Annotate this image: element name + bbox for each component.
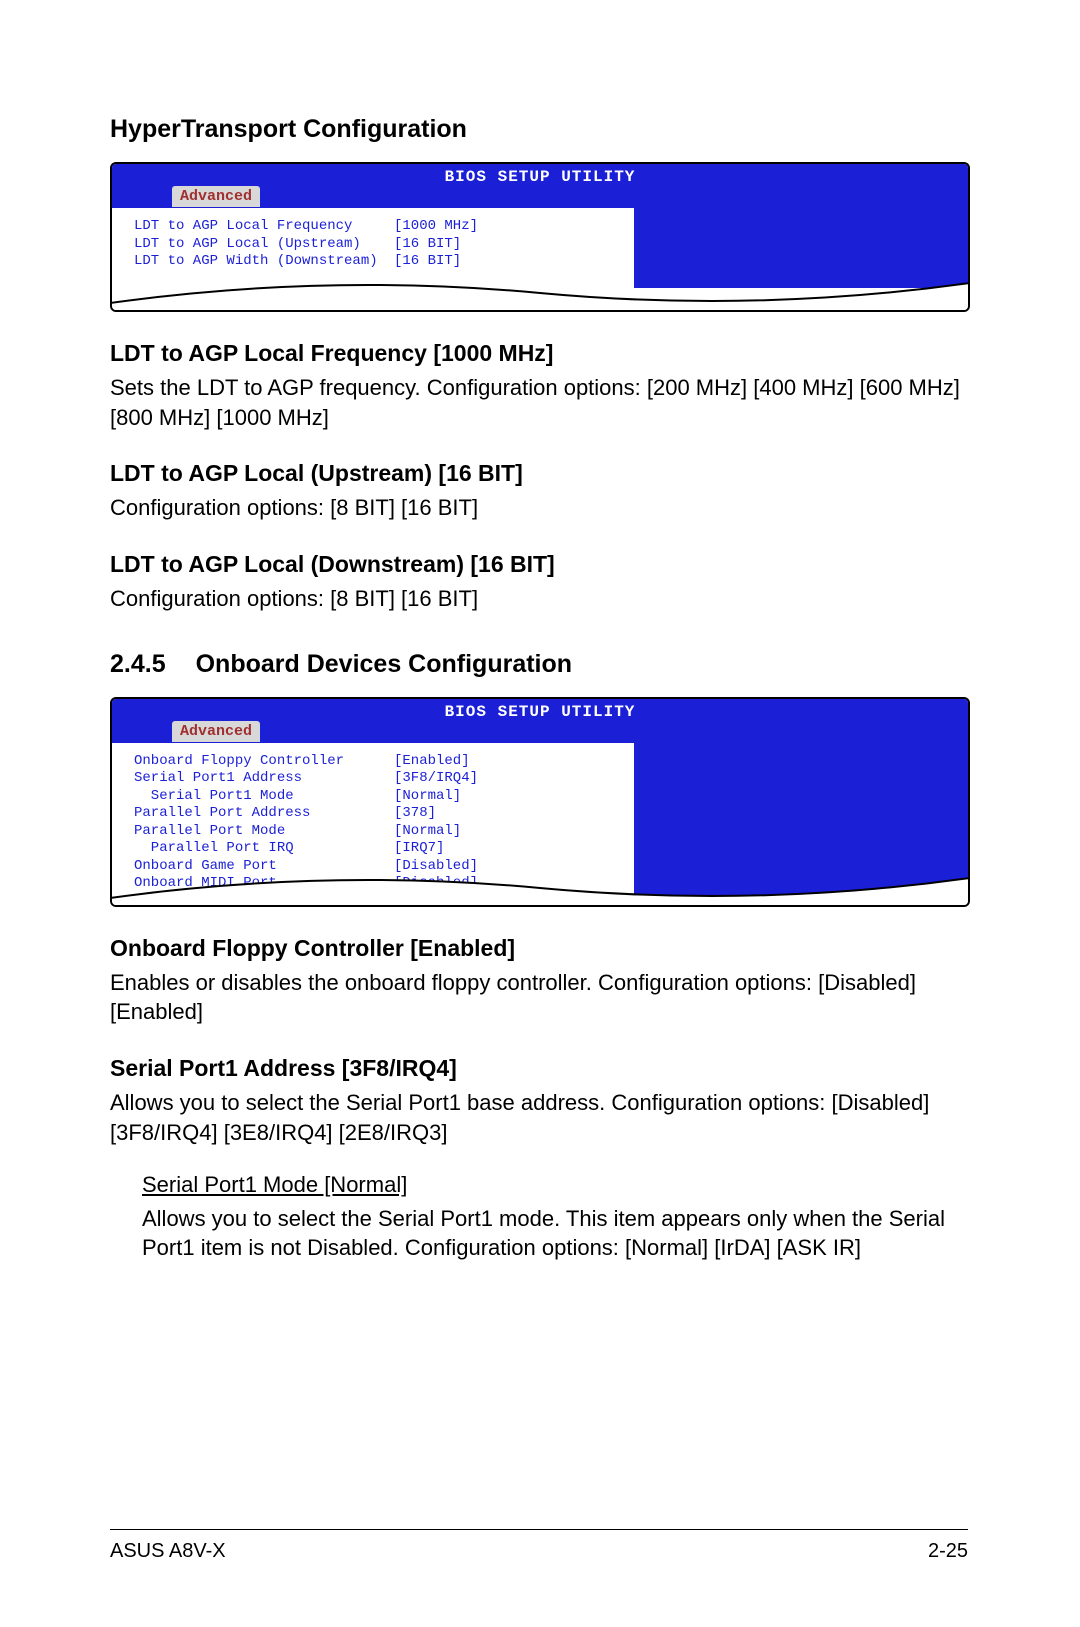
bios-screenshot-onboard: BIOS SETUP UTILITY Advanced Onboard Flop… <box>110 697 970 907</box>
bios-setting-value: [IRQ7] <box>394 840 444 858</box>
footer-product: ASUS A8V-X <box>110 1540 226 1563</box>
option-heading-serial-mode: Serial Port1 Mode [Normal] <box>142 1172 970 1198</box>
bios-setting-row: Serial Port1 Address[3F8/IRQ4] <box>134 770 622 788</box>
option-body-serial-addr: Allows you to select the Serial Port1 ba… <box>110 1088 970 1147</box>
option-body-ldt-freq: Sets the LDT to AGP frequency. Configura… <box>110 373 970 432</box>
option-heading-ldt-downstream: LDT to AGP Local (Downstream) [16 BIT] <box>110 551 970 578</box>
option-body-ldt-upstream: Configuration options: [8 BIT] [16 BIT] <box>110 493 970 523</box>
option-heading-ldt-freq: LDT to AGP Local Frequency [1000 MHz] <box>110 340 970 367</box>
bios-title: BIOS SETUP UTILITY <box>112 699 968 721</box>
section-title: Onboard Devices Configuration <box>196 650 572 678</box>
bios-setting-label: Serial Port1 Mode <box>134 788 394 806</box>
bios-setting-row: Parallel Port IRQ[IRQ7] <box>134 840 622 858</box>
bios-tab-advanced: Advanced <box>172 721 260 742</box>
bios-setting-value: [Normal] <box>394 823 461 841</box>
bios-settings-list: Onboard Floppy Controller[Enabled]Serial… <box>112 743 634 907</box>
bios-setting-row: Onboard MIDI Port[Disabled] <box>134 875 622 893</box>
option-heading-serial-addr: Serial Port1 Address [3F8/IRQ4] <box>110 1055 970 1082</box>
bios-setting-row: LDT to AGP Local (Upstream)[16 BIT] <box>134 236 622 254</box>
bios-settings-list: LDT to AGP Local Frequency[1000 MHz]LDT … <box>112 208 634 288</box>
bios-setting-label: Parallel Port Mode <box>134 823 394 841</box>
bios-setting-value: [Enabled] <box>394 753 470 771</box>
bios-setting-label: Onboard MIDI Port <box>134 875 394 893</box>
bios-help-panel <box>634 743 968 907</box>
bios-setting-label: Onboard Floppy Controller <box>134 753 394 771</box>
option-body-serial-mode: Allows you to select the Serial Port1 mo… <box>142 1204 970 1263</box>
bios-setting-row: Onboard Floppy Controller[Enabled] <box>134 753 622 771</box>
page-footer: ASUS A8V-X 2-25 <box>110 1529 968 1563</box>
bios-setting-value: [16 BIT] <box>394 253 461 271</box>
bios-help-panel <box>634 208 968 288</box>
bios-title: BIOS SETUP UTILITY <box>112 164 968 186</box>
bios-setting-label: LDT to AGP Local (Upstream) <box>134 236 394 254</box>
option-heading-floppy: Onboard Floppy Controller [Enabled] <box>110 935 970 962</box>
bios-setting-row: Parallel Port Mode[Normal] <box>134 823 622 841</box>
bios-setting-value: [378] <box>394 805 436 823</box>
section-number: 2.4.5 <box>110 650 166 679</box>
bios-setting-value: [Normal] <box>394 788 461 806</box>
bios-screenshot-hypertransport: BIOS SETUP UTILITY Advanced LDT to AGP L… <box>110 162 970 312</box>
bios-setting-row: Parallel Port Address[378] <box>134 805 622 823</box>
bios-setting-row: Serial Port1 Mode[Normal] <box>134 788 622 806</box>
bios-setting-value: [16 BIT] <box>394 236 461 254</box>
option-body-floppy: Enables or disables the onboard floppy c… <box>110 968 970 1027</box>
bios-setting-value: [Disabled] <box>394 858 478 876</box>
bios-setting-label: Parallel Port Address <box>134 805 394 823</box>
bios-setting-label: Parallel Port IRQ <box>134 840 394 858</box>
option-body-ldt-downstream: Configuration options: [8 BIT] [16 BIT] <box>110 584 970 614</box>
bios-setting-value: [1000 MHz] <box>394 218 478 236</box>
bios-tab-advanced: Advanced <box>172 186 260 207</box>
bios-tabrow: Advanced <box>112 721 968 743</box>
bios-setting-row: Onboard Game Port[Disabled] <box>134 858 622 876</box>
bios-setting-label: LDT to AGP Local Frequency <box>134 218 394 236</box>
bios-setting-value: [Disabled] <box>394 875 478 893</box>
section-heading-hypertransport: HyperTransport Configuration <box>110 115 970 144</box>
bios-setting-row: LDT to AGP Width (Downstream)[16 BIT] <box>134 253 622 271</box>
bios-setting-label: Onboard Game Port <box>134 858 394 876</box>
bios-tabrow: Advanced <box>112 186 968 208</box>
bios-setting-label: LDT to AGP Width (Downstream) <box>134 253 394 271</box>
bios-setting-value: [3F8/IRQ4] <box>394 770 478 788</box>
option-heading-ldt-upstream: LDT to AGP Local (Upstream) [16 BIT] <box>110 460 970 487</box>
bios-setting-row: LDT to AGP Local Frequency[1000 MHz] <box>134 218 622 236</box>
section-heading-onboard-devices: 2.4.5 Onboard Devices Configuration <box>110 650 970 679</box>
footer-page-number: 2-25 <box>928 1540 968 1563</box>
bios-setting-label: Serial Port1 Address <box>134 770 394 788</box>
